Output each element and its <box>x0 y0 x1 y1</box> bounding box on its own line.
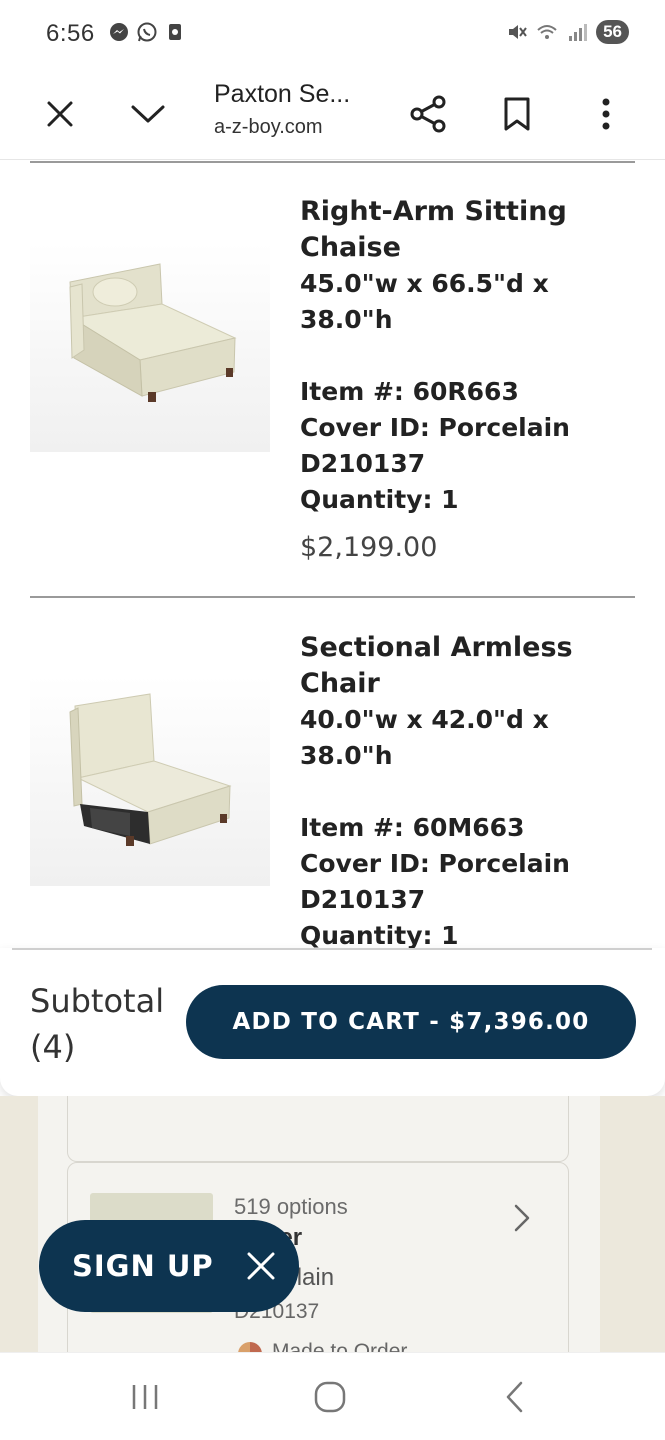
back-icon <box>506 1381 523 1413</box>
cart-summary-sheet: Subtotal (4) ADD TO CART - $7,396.00 <box>0 948 665 1096</box>
home-icon <box>314 1381 346 1413</box>
mute-icon <box>509 25 527 39</box>
chevron-down-icon <box>131 105 165 123</box>
add-to-cart-button[interactable]: ADD TO CART - $7,396.00 <box>186 985 636 1059</box>
product-dimensions: 40.0"w x 42.0"d x 38.0"h <box>300 705 549 770</box>
notification-icons <box>108 21 186 43</box>
subtotal-label: Subtotal <box>30 982 165 1020</box>
product-list[interactable]: Right-Arm Sitting Chaise 45.0"w x 66.5"d… <box>0 160 665 950</box>
page-url: a-z-boy.com <box>214 116 323 138</box>
share-button[interactable] <box>398 84 458 144</box>
product-quantity: Quantity: 1 <box>300 921 459 950</box>
chaise-image <box>30 242 270 452</box>
divider <box>30 596 635 598</box>
recent-apps-button[interactable] <box>120 1377 170 1417</box>
signal-icon <box>569 24 588 41</box>
collapse-button[interactable] <box>118 84 178 144</box>
product-dimensions: 45.0"w x 66.5"d x 38.0"h <box>300 269 549 334</box>
product-cover-id: Cover ID: Porcelain D210137 <box>300 849 570 914</box>
status-bar: 6:56 56 <box>0 0 665 68</box>
coffee-app-icon <box>169 24 181 40</box>
product-name: Right-Arm Sitting Chaise <box>300 196 567 263</box>
subtotal: Subtotal (4) <box>30 978 164 1070</box>
sign-up-button[interactable]: SIGN UP <box>39 1220 299 1312</box>
product-name: Sectional Armless Chair <box>300 632 573 699</box>
more-options-button[interactable] <box>576 84 636 144</box>
subtotal-count: (4) <box>30 1028 76 1066</box>
back-button[interactable] <box>490 1377 540 1417</box>
browser-toolbar: Paxton Se... a-z-boy.com <box>0 68 665 160</box>
armless-chair-image <box>30 676 270 886</box>
system-icons: 56 <box>506 20 629 44</box>
system-nav-bar <box>0 1352 665 1440</box>
product-info: Right-Arm Sitting Chaise 45.0"w x 66.5"d… <box>300 194 640 566</box>
whatsapp-icon <box>137 22 157 42</box>
recents-icon <box>132 1385 158 1409</box>
product-item-number: Item #: 60M663 <box>300 813 525 842</box>
product-price: $2,199.00 <box>300 532 438 563</box>
wifi-icon <box>537 25 557 39</box>
divider <box>12 948 652 950</box>
product-quantity: Quantity: 1 <box>300 485 459 514</box>
home-button[interactable] <box>305 1377 355 1417</box>
battery-indicator: 56 <box>596 20 629 44</box>
messenger-icon <box>110 23 128 41</box>
options-count: 519 options <box>234 1194 348 1219</box>
product-cover-id: Cover ID: Porcelain D210137 <box>300 413 570 478</box>
more-vert-icon <box>602 98 610 130</box>
close-icon[interactable] <box>245 1250 277 1282</box>
option-card <box>67 1096 569 1162</box>
chevron-right-icon[interactable] <box>510 1200 534 1236</box>
product-item-number: Item #: 60R663 <box>300 377 519 406</box>
bookmark-button[interactable] <box>487 84 547 144</box>
product-info: Sectional Armless Chair 40.0"w x 42.0"d … <box>300 630 640 950</box>
status-time: 6:56 <box>46 20 95 47</box>
close-tab-button[interactable] <box>30 84 90 144</box>
sign-up-label: SIGN UP <box>72 1249 214 1283</box>
bookmark-icon <box>504 97 530 131</box>
share-icon <box>410 95 446 133</box>
close-icon <box>47 101 73 127</box>
divider <box>30 161 635 163</box>
page-title: Paxton Se... <box>214 80 351 108</box>
